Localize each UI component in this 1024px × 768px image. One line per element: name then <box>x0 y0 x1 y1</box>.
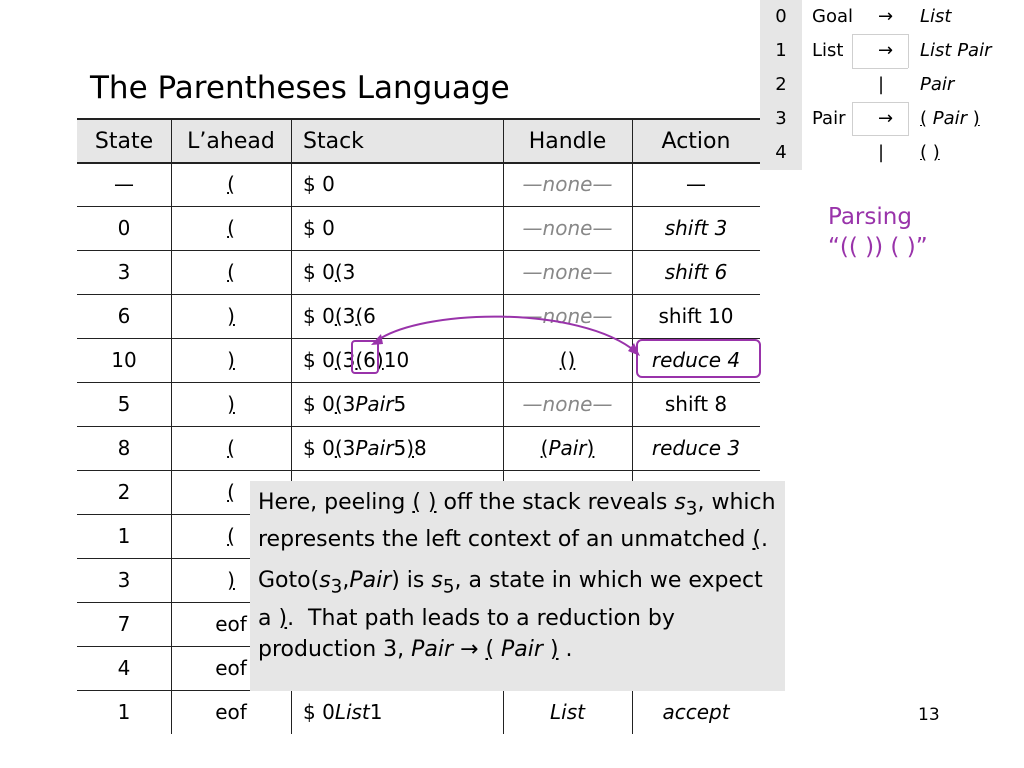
callout-paragraph-2: Goto(s3,Pair) is s5, a state in which we… <box>258 568 763 662</box>
highlight-box-reduce-4 <box>636 339 761 378</box>
highlight-box-state-3 <box>351 340 379 374</box>
callout-paragraph-1: Here, peeling ( ) off the stack reveals … <box>258 490 776 553</box>
goto-arrow <box>374 315 637 353</box>
page-number: 13 <box>918 705 940 725</box>
goto-arrow-head-left <box>371 334 383 345</box>
explanation-callout: Here, peeling ( ) off the stack reveals … <box>250 481 785 691</box>
goto-arrow-head-right <box>628 343 640 356</box>
